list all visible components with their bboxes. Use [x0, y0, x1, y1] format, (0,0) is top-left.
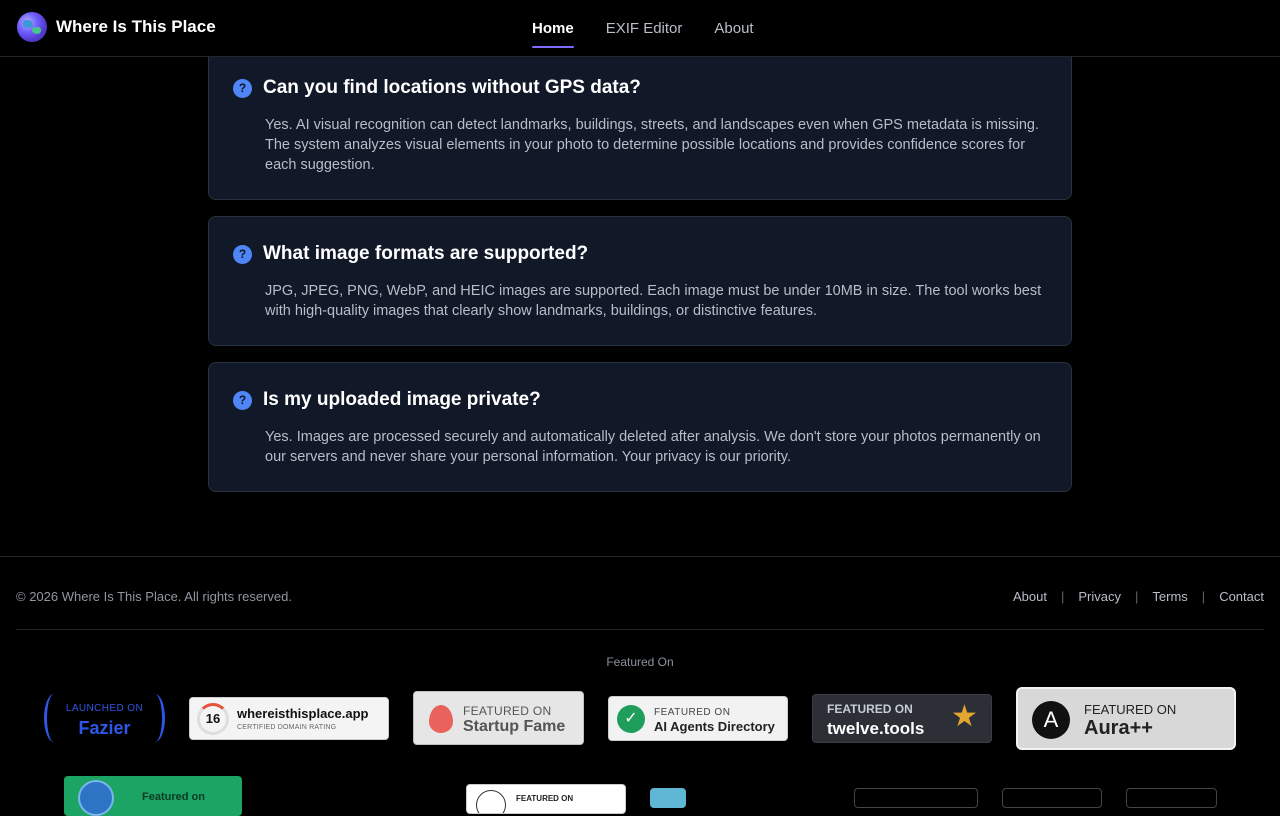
badge-caption: FEATURED ON: [463, 704, 552, 718]
question-icon: ?: [233, 79, 252, 98]
faq-answer: JPG, JPEG, PNG, WebP, and HEIC images ar…: [265, 283, 1042, 319]
badge-caption: CERTIFIED DOMAIN RATING: [237, 724, 337, 731]
featured-badge-dark[interactable]: [1002, 788, 1102, 808]
footer-links: About | Privacy | Terms | Contact: [1013, 589, 1264, 604]
ai-agents-directory-badge[interactable]: ✓ FEATURED ON AI Agents Directory: [608, 696, 788, 741]
globe-icon: [78, 780, 114, 816]
faq-question: What image formats are supported?: [263, 243, 589, 264]
question-icon: ?: [233, 245, 252, 264]
featured-badge-dark[interactable]: [854, 788, 978, 808]
badge-title: whereisthisplace.app: [237, 706, 369, 721]
footer-link-terms[interactable]: Terms: [1152, 589, 1187, 604]
badge-caption: FEATURED ON: [516, 794, 574, 803]
footer-divider: [0, 556, 1280, 557]
faq-answer: Yes. Images are processed securely and a…: [265, 429, 1041, 465]
faq-item: ? Is my uploaded image private? Yes. Ima…: [208, 362, 1072, 492]
domain-rating-score: 16: [197, 703, 229, 735]
featured-on-heading: Featured On: [606, 655, 674, 669]
faq-question: Can you find locations without GPS data?: [263, 77, 641, 98]
badge-caption: Featured on: [142, 791, 205, 803]
flame-icon: [429, 705, 453, 733]
featured-badge-white[interactable]: FEATURED ON: [466, 784, 626, 814]
badge-title: Fazier: [78, 718, 131, 738]
check-icon: ✓: [617, 705, 645, 733]
badge-caption: FEATURED ON: [1084, 702, 1177, 717]
top-navbar: Where Is This Place Home EXIF Editor Abo…: [0, 0, 1280, 57]
startup-fame-badge[interactable]: FEATURED ON Startup Fame: [413, 691, 584, 745]
featured-badge-dark[interactable]: [1126, 788, 1217, 808]
faq-answer: Yes. AI visual recognition can detect la…: [265, 117, 1040, 173]
aura-badge[interactable]: A FEATURED ON Aura++: [1016, 687, 1236, 750]
footer-separator: |: [1135, 589, 1139, 604]
question-icon: ?: [233, 391, 252, 410]
faq-item: ? What image formats are supported? JPG,…: [208, 216, 1072, 346]
badge-title: Startup Fame: [463, 718, 566, 735]
nav-about[interactable]: About: [714, 0, 753, 57]
copyright-text: © 2026 Where Is This Place. All rights r…: [16, 589, 292, 604]
faq-question: Is my uploaded image private?: [263, 389, 541, 410]
footer-separator: |: [1201, 589, 1206, 604]
fazier-badge[interactable]: LAUNCHED ON Fazier: [44, 692, 165, 744]
footer-link-about[interactable]: About: [1013, 589, 1047, 604]
badge-title: AI Agents Directory: [654, 719, 775, 734]
nav-exif-editor[interactable]: EXIF Editor: [606, 0, 683, 57]
aura-logo-icon: A: [1032, 701, 1070, 739]
main-nav: Home EXIF Editor About: [532, 0, 786, 57]
globe-logo-icon: [17, 12, 47, 42]
featured-badge-green[interactable]: Featured on: [64, 776, 242, 816]
footer-link-privacy[interactable]: Privacy: [1078, 589, 1121, 604]
badge-caption: FEATURED ON: [827, 702, 913, 716]
footer-divider: [16, 629, 1264, 630]
badge-logo-icon: [476, 790, 506, 813]
featured-badge-blue[interactable]: [650, 788, 686, 808]
badge-title: twelve.tools: [827, 719, 925, 738]
footer-link-contact[interactable]: Contact: [1219, 589, 1264, 604]
badge-caption: LAUNCHED ON: [65, 703, 144, 714]
nav-home[interactable]: Home: [532, 0, 574, 57]
footer-separator: |: [1061, 589, 1065, 604]
badge-title: Aura++: [1084, 717, 1153, 739]
brand-name: Where Is This Place: [56, 17, 216, 36]
faq-item: ? Can you find locations without GPS dat…: [208, 42, 1072, 200]
badge-caption: FEATURED ON: [654, 707, 731, 718]
brand-link[interactable]: Where Is This Place: [17, 12, 216, 42]
twelve-tools-badge[interactable]: FEATURED ON twelve.tools ★: [812, 694, 992, 743]
star-trophy-icon: ★: [951, 700, 978, 733]
domain-rating-badge[interactable]: 16 whereisthisplace.app CERTIFIED DOMAIN…: [189, 697, 389, 740]
